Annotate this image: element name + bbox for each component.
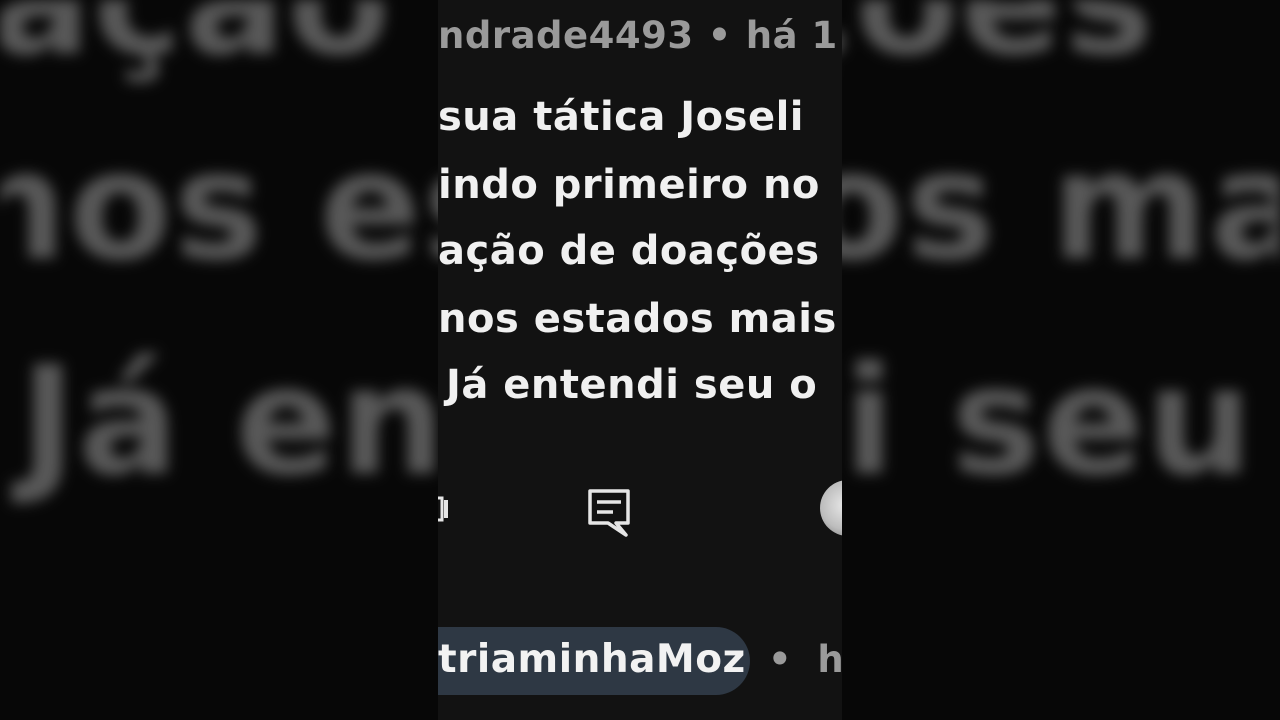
avatar[interactable] [820,480,842,536]
video-frame: ação doações nos estados mais Já entendi… [0,0,1280,720]
background-shade-left [0,0,438,720]
comment-text-line: indo primeiro no [438,162,820,208]
comment-text-line: sua tática Joseli [438,94,804,140]
dislike-icon[interactable] [438,494,454,524]
separator-dot: • [707,14,732,57]
comment-author[interactable]: ndrade4493 [438,14,694,57]
comment-header: ndrade4493 • há 1 [438,14,838,57]
next-comment-author[interactable]: triaminhaMoz [438,637,746,682]
phone-screen: ndrade4493 • há 1 sua tática Joseli indo p… [438,0,842,720]
reply-comment-icon[interactable] [586,487,632,539]
next-comment-meta: • há [768,638,842,681]
comment-time: há 1 [745,14,838,57]
next-comment-time: há [817,638,842,681]
comment-text-line: ação de doações [438,228,820,274]
separator-dot: • [768,638,792,681]
background-shade-right [842,0,1280,720]
comment-text-line: Já entendi seu o [446,362,818,408]
comment-text-line: nos estados mais [438,296,837,342]
